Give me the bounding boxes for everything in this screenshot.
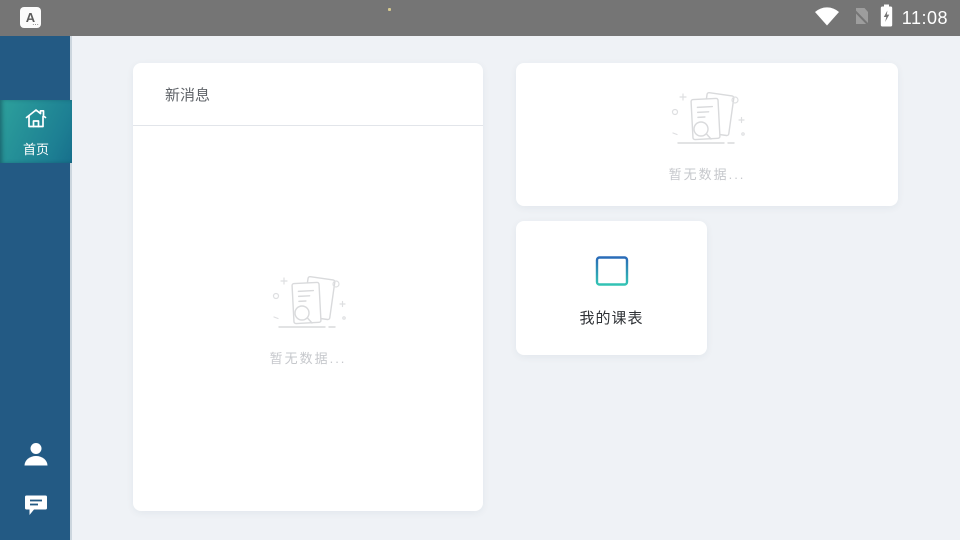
no-data-label: 暂无数据... [270,348,347,367]
user-profile-button[interactable] [21,440,51,468]
wifi-icon [814,5,840,31]
no-sim-icon [849,5,871,32]
messages-button[interactable] [21,490,51,518]
sidebar-bottom-icons [0,440,72,518]
sidebar-item-home-label: 首页 [23,139,49,158]
my-timetable-label: 我的课表 [579,307,643,328]
new-messages-title: 新消息 [165,84,210,105]
empty-state: 暂无数据... [265,271,351,367]
no-data-label: 暂无数据... [669,164,746,183]
sidebar-item-home[interactable]: 首页 [0,100,72,163]
new-messages-body: 暂无数据... [133,126,483,511]
clock: 11:08 [902,8,948,29]
chat-icon [23,491,49,517]
main-content: 新消息 [74,36,960,540]
user-icon [22,441,50,467]
no-data-illustration-icon [265,271,351,342]
calendar-icon [590,248,634,297]
home-icon [23,106,49,135]
empty-state: 暂无数据... [664,87,750,183]
new-messages-card: 新消息 [133,63,483,511]
new-messages-header: 新消息 [133,63,483,126]
status-icons: 11:08 [814,0,948,36]
camera-dot [388,8,391,11]
battery-charging-icon [880,4,893,32]
app-notification-icon: A ... [20,7,41,28]
no-data-illustration-icon [664,87,750,158]
notices-card: 暂无数据... [516,63,898,206]
app-badge-dots: ... [32,21,39,27]
sidebar: 首页 [0,36,72,540]
my-timetable-card[interactable]: 我的课表 [516,221,707,355]
status-bar: A ... 11:08 [0,0,960,36]
